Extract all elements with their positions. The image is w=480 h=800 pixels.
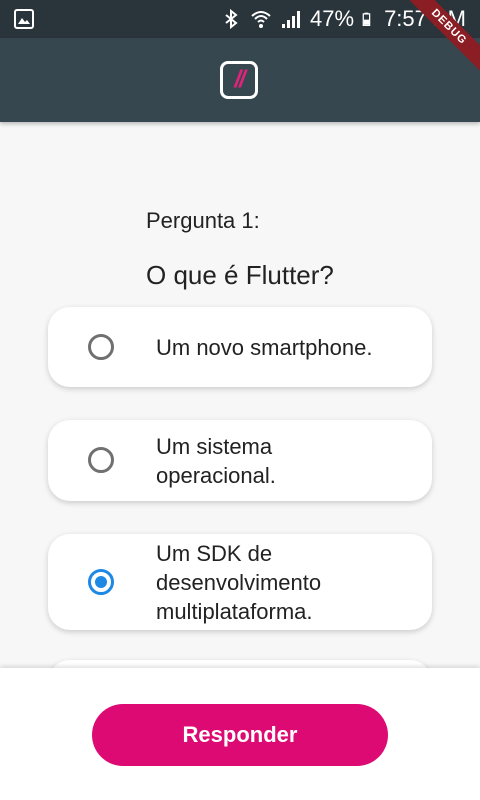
answer-option-2[interactable]: Um sistema operacional. <box>48 420 432 501</box>
answer-option-3[interactable]: Um SDK de desenvolvimento multiplataform… <box>48 534 432 630</box>
radio-button-selected[interactable] <box>88 569 114 595</box>
answer-option-1[interactable]: Um novo smartphone. <box>48 307 432 387</box>
image-icon <box>14 9 34 29</box>
question-text: O que é Flutter? <box>146 260 334 290</box>
app-logo: // <box>220 61 258 99</box>
bluetooth-icon <box>225 8 238 30</box>
battery-percentage: 47% <box>310 6 355 31</box>
answer-text: Um SDK de desenvolvimento multiplataform… <box>156 541 322 624</box>
screen: 47% 7:57 PM DEBUG // Pergunta 1: O que é… <box>0 0 480 800</box>
bottom-panel: Responder <box>0 668 480 800</box>
status-bar: 47% 7:57 PM <box>0 0 480 38</box>
radio-button[interactable] <box>88 447 114 473</box>
logo-text: // <box>234 66 245 93</box>
radio-button[interactable] <box>88 334 114 360</box>
battery-charging-icon <box>362 12 371 26</box>
signal-icon <box>282 11 301 28</box>
wifi-icon <box>251 11 271 28</box>
submit-button[interactable]: Responder <box>92 704 388 766</box>
answer-text: Um novo smartphone. <box>156 335 373 360</box>
app-bar: // <box>0 38 480 122</box>
question-number: Pergunta 1: <box>146 208 260 233</box>
answer-text: Um sistema operacional. <box>156 434 276 488</box>
